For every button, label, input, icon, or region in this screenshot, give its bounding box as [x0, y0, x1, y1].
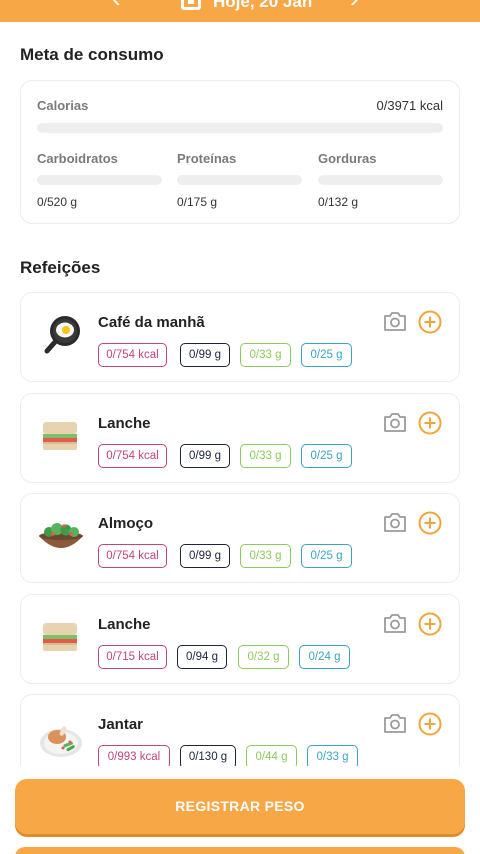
meal-card-lunch[interactable]: Almoço 0/754 kcal 0/99 g 0/33 g 0/25 g — [20, 493, 460, 583]
fat-label: Gorduras — [318, 151, 377, 166]
add-circle-icon[interactable] — [418, 310, 442, 334]
protein-value: 0/175 g — [177, 195, 218, 209]
camera-icon[interactable] — [383, 411, 407, 433]
goal-title: Meta de consumo — [20, 45, 164, 64]
fried-egg-pan-icon — [44, 316, 80, 354]
calories-value: 0/3971 kcal — [376, 98, 444, 113]
add-circle-icon[interactable] — [418, 411, 442, 435]
chicken-plate-icon — [40, 726, 82, 757]
kcal-badge: 0/993 kcal — [98, 745, 170, 766]
carbs-badge: 0/99 g — [180, 343, 230, 367]
carbs-badge: 0/94 g — [177, 645, 227, 669]
meal-card-dinner[interactable]: Jantar 0/993 kcal 0/130 g 0/44 g 0/33 g — [20, 694, 460, 766]
camera-icon[interactable] — [383, 712, 407, 734]
date-label[interactable]: Hoje, 20 Jan — [213, 0, 312, 12]
kcal-badge: 0/754 kcal — [98, 343, 167, 367]
protein-badge: 0/33 g — [240, 444, 291, 468]
meals-title: Refeições — [20, 258, 101, 277]
meal-card-snack-1[interactable]: Lanche 0/754 kcal 0/99 g 0/33 g 0/25 g — [20, 393, 460, 483]
fat-badge: 0/25 g — [301, 544, 352, 568]
bottom-action-button[interactable] — [15, 847, 465, 854]
add-circle-icon[interactable] — [418, 511, 442, 535]
kcal-badge: 0/754 kcal — [98, 444, 167, 468]
protein-badge: 0/44 g — [246, 745, 297, 766]
register-weight-button[interactable]: REGISTRAR PESO — [15, 779, 465, 834]
chevron-left-icon[interactable]: ‹ — [112, 0, 136, 11]
date-header: ‹ Hoje, 20 Jan › — [0, 0, 480, 22]
fat-progress-bar — [318, 175, 443, 185]
protein-badge: 0/32 g — [238, 645, 289, 669]
calendar-icon[interactable] — [181, 0, 201, 10]
protein-label: Proteínas — [177, 151, 237, 166]
carbs-badge: 0/99 g — [180, 544, 230, 568]
fat-badge: 0/25 g — [301, 343, 352, 367]
camera-icon[interactable] — [383, 310, 407, 332]
kcal-badge: 0/754 kcal — [98, 544, 167, 568]
salad-bowl-icon — [39, 523, 83, 548]
meal-name: Café da manhã — [98, 314, 205, 331]
sandwich-icon — [43, 422, 77, 450]
sandwich-icon — [43, 623, 77, 651]
fat-badge: 0/25 g — [301, 444, 352, 468]
carbs-progress-bar — [37, 175, 162, 185]
kcal-badge: 0/715 kcal — [98, 645, 167, 669]
goal-card: Calorias 0/3971 kcal Carboidratos 0/520 … — [20, 80, 460, 224]
add-circle-icon[interactable] — [418, 712, 442, 736]
carbs-badge: 0/99 g — [180, 444, 230, 468]
meal-card-breakfast[interactable]: Café da manhã 0/754 kcal 0/99 g 0/33 g 0… — [20, 292, 460, 382]
meal-name: Lanche — [98, 616, 151, 633]
protein-progress-bar — [177, 175, 302, 185]
camera-icon[interactable] — [383, 511, 407, 533]
protein-badge: 0/33 g — [240, 544, 291, 568]
calories-label: Calorias — [37, 98, 89, 113]
camera-icon[interactable] — [383, 612, 407, 634]
carbs-badge: 0/130 g — [180, 745, 236, 766]
meal-card-snack-2[interactable]: Lanche 0/715 kcal 0/94 g 0/32 g 0/24 g — [20, 594, 460, 684]
fat-badge: 0/33 g — [307, 745, 358, 766]
calories-progress-bar — [37, 123, 443, 133]
chevron-right-icon[interactable]: › — [350, 0, 374, 11]
meal-name: Lanche — [98, 415, 151, 432]
add-circle-icon[interactable] — [418, 612, 442, 636]
fat-value: 0/132 g — [318, 195, 359, 209]
carbs-label: Carboidratos — [37, 151, 118, 166]
meal-name: Jantar — [98, 716, 144, 733]
fat-badge: 0/24 g — [299, 645, 350, 669]
carbs-value: 0/520 g — [37, 195, 78, 209]
protein-badge: 0/33 g — [240, 343, 291, 367]
meal-name: Almoço — [98, 515, 154, 532]
meals-list: Café da manhã 0/754 kcal 0/99 g 0/33 g 0… — [0, 280, 480, 766]
